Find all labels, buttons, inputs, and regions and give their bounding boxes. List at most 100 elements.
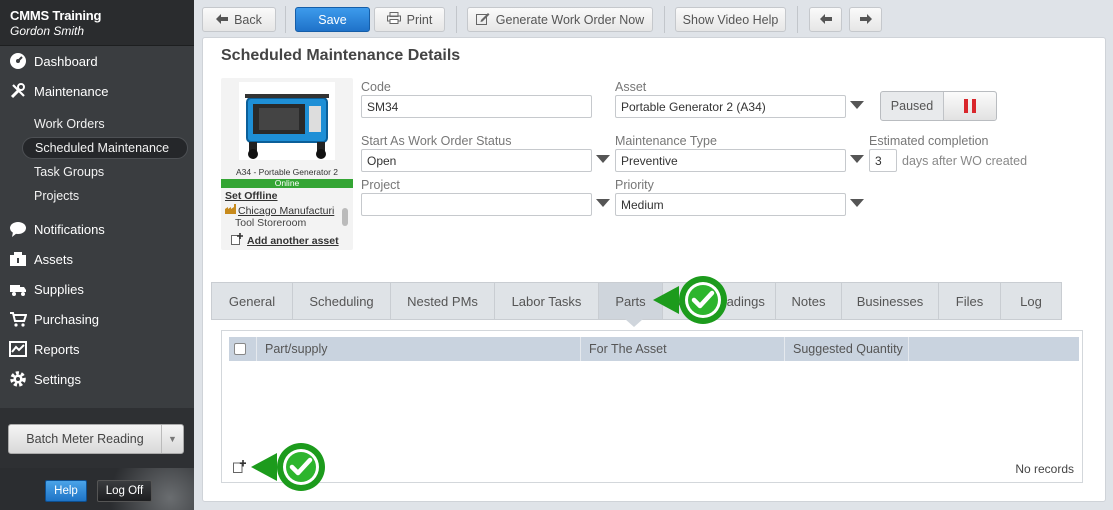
toolbar: Back Save Print Generate Work Order Now … xyxy=(194,0,1113,38)
nav-supplies-label: Supplies xyxy=(34,281,84,297)
add-part-icon[interactable] xyxy=(233,460,246,476)
speech-bubble-icon xyxy=(8,220,28,238)
wo-status-label: Start As Work Order Status xyxy=(361,134,512,148)
nav-purchasing[interactable]: Purchasing xyxy=(8,307,99,331)
location-link[interactable]: Chicago Manufacturi xyxy=(225,204,349,217)
tab-log[interactable]: Log xyxy=(1001,283,1061,319)
nav-settings-label: Settings xyxy=(34,371,81,387)
column-part-supply[interactable]: Part/supply xyxy=(257,337,581,361)
active-tab-pointer xyxy=(625,319,643,327)
tab-nested-pms[interactable]: Nested PMs xyxy=(391,283,495,319)
tab-businesses[interactable]: Businesses xyxy=(842,283,939,319)
nav-purchasing-label: Purchasing xyxy=(34,311,100,327)
nav-settings[interactable]: Settings xyxy=(8,367,81,391)
app-title: CMMS Training xyxy=(10,8,102,23)
generate-work-order-label: Generate Work Order Now xyxy=(495,12,645,27)
location-icon xyxy=(225,204,236,217)
log-off-button[interactable]: Log Off xyxy=(97,480,152,502)
save-button[interactable]: Save xyxy=(295,7,370,32)
tab-notes[interactable]: Notes xyxy=(776,283,842,319)
asset-dropdown-icon[interactable] xyxy=(850,101,864,109)
select-all-checkbox[interactable] xyxy=(234,343,246,355)
tab-labor-tasks[interactable]: Labor Tasks xyxy=(495,283,599,319)
storeroom-label: Tool Storeroom xyxy=(235,217,307,229)
nav-dashboard[interactable]: Dashboard xyxy=(8,49,98,73)
back-button[interactable]: Back xyxy=(202,7,276,32)
cart-icon xyxy=(8,310,28,328)
nav-scheduled-maintenance[interactable]: Scheduled Maintenance xyxy=(22,137,188,159)
maintenance-type-dropdown-icon[interactable] xyxy=(850,155,864,163)
show-video-help-button[interactable]: Show Video Help xyxy=(675,7,786,32)
gear-icon xyxy=(8,370,28,388)
column-for-the-asset[interactable]: For The Asset xyxy=(581,337,785,361)
previous-record-button[interactable] xyxy=(809,7,842,32)
nav-supplies[interactable]: Supplies xyxy=(8,277,84,301)
column-spacer xyxy=(909,337,1079,361)
pause-icon[interactable] xyxy=(943,92,996,120)
column-suggested-quantity[interactable]: Suggested Quantity xyxy=(785,337,909,361)
wo-status-field[interactable]: Open xyxy=(361,149,592,172)
nav-notifications[interactable]: Notifications xyxy=(8,217,105,241)
print-label: Print xyxy=(406,12,433,27)
priority-dropdown-icon[interactable] xyxy=(850,199,864,207)
maintenance-type-field[interactable]: Preventive xyxy=(615,149,846,172)
tab-general[interactable]: General xyxy=(212,283,293,319)
asset-location-list: Chicago Manufacturi Tool Storeroom xyxy=(225,204,349,230)
details-tabs: General Scheduling Nested PMs Labor Task… xyxy=(211,282,1062,320)
set-offline-link[interactable]: Set Offline xyxy=(225,190,278,202)
chevron-down-icon[interactable]: ▼ xyxy=(161,425,183,453)
maintenance-type-label: Maintenance Type xyxy=(615,134,717,148)
estimated-completion-field[interactable]: 3 xyxy=(869,149,897,172)
toolbar-divider xyxy=(285,6,286,33)
footer-bar: Help Log Off xyxy=(0,468,194,510)
details-panel: Scheduled Maintenance Details A34 - Port… xyxy=(202,37,1106,502)
batch-meter-reading-button[interactable]: Batch Meter Reading ▼ xyxy=(8,424,184,454)
sidebar-footer: Batch Meter Reading ▼ Help Log Off xyxy=(0,408,194,510)
project-field[interactable] xyxy=(361,193,592,216)
generate-work-order-button[interactable]: Generate Work Order Now xyxy=(467,7,653,32)
nav-dashboard-label: Dashboard xyxy=(34,53,98,69)
chart-icon xyxy=(8,340,28,358)
nav-reports[interactable]: Reports xyxy=(8,337,80,361)
dashboard-icon xyxy=(8,52,28,70)
asset-field[interactable]: Portable Generator 2 (A34) xyxy=(615,95,846,118)
no-records-text: No records xyxy=(1015,462,1074,476)
tab-files[interactable]: Files xyxy=(939,283,1001,319)
code-label: Code xyxy=(361,80,391,94)
print-button[interactable]: Print xyxy=(374,7,445,32)
nav-assets[interactable]: Assets xyxy=(8,247,73,271)
checkmark-callout-icon xyxy=(653,276,729,331)
assets-icon xyxy=(8,250,28,268)
printer-icon xyxy=(386,12,401,27)
priority-field[interactable]: Medium xyxy=(615,193,846,216)
add-another-asset-link[interactable]: Add another asset xyxy=(231,233,339,248)
arrow-left-icon xyxy=(819,13,832,27)
nav-maintenance[interactable]: Maintenance xyxy=(8,79,108,103)
next-record-button[interactable] xyxy=(849,7,882,32)
wo-status-dropdown-icon[interactable] xyxy=(596,155,610,163)
add-document-icon xyxy=(231,233,243,248)
batch-meter-reading-label: Batch Meter Reading xyxy=(26,432,144,446)
priority-label: Priority xyxy=(615,178,654,192)
code-field[interactable]: SM34 xyxy=(361,95,592,118)
user-name: Gordon Smith xyxy=(10,24,85,38)
checkmark-callout-icon xyxy=(251,443,327,498)
nav-projects[interactable]: Projects xyxy=(22,185,188,207)
pause-toggle[interactable]: Paused xyxy=(880,91,997,121)
nav-maintenance-label: Maintenance xyxy=(34,83,109,99)
truck-icon xyxy=(8,280,28,298)
tab-scheduling[interactable]: Scheduling xyxy=(293,283,391,319)
nav-work-orders[interactable]: Work Orders xyxy=(22,113,188,135)
help-button[interactable]: Help xyxy=(45,480,87,502)
estimated-completion-label: Estimated completion xyxy=(869,134,989,148)
select-all-column xyxy=(229,337,257,361)
asset-card: A34 - Portable Generator 2 Online Set Of… xyxy=(221,78,353,250)
back-label: Back xyxy=(234,12,262,27)
project-label: Project xyxy=(361,178,400,192)
asset-list-scrollbar[interactable] xyxy=(342,208,348,226)
project-dropdown-icon[interactable] xyxy=(596,199,610,207)
generator-image xyxy=(239,82,335,160)
toolbar-divider xyxy=(456,6,457,33)
arrow-left-icon xyxy=(216,13,229,27)
nav-task-groups[interactable]: Task Groups xyxy=(22,161,188,183)
